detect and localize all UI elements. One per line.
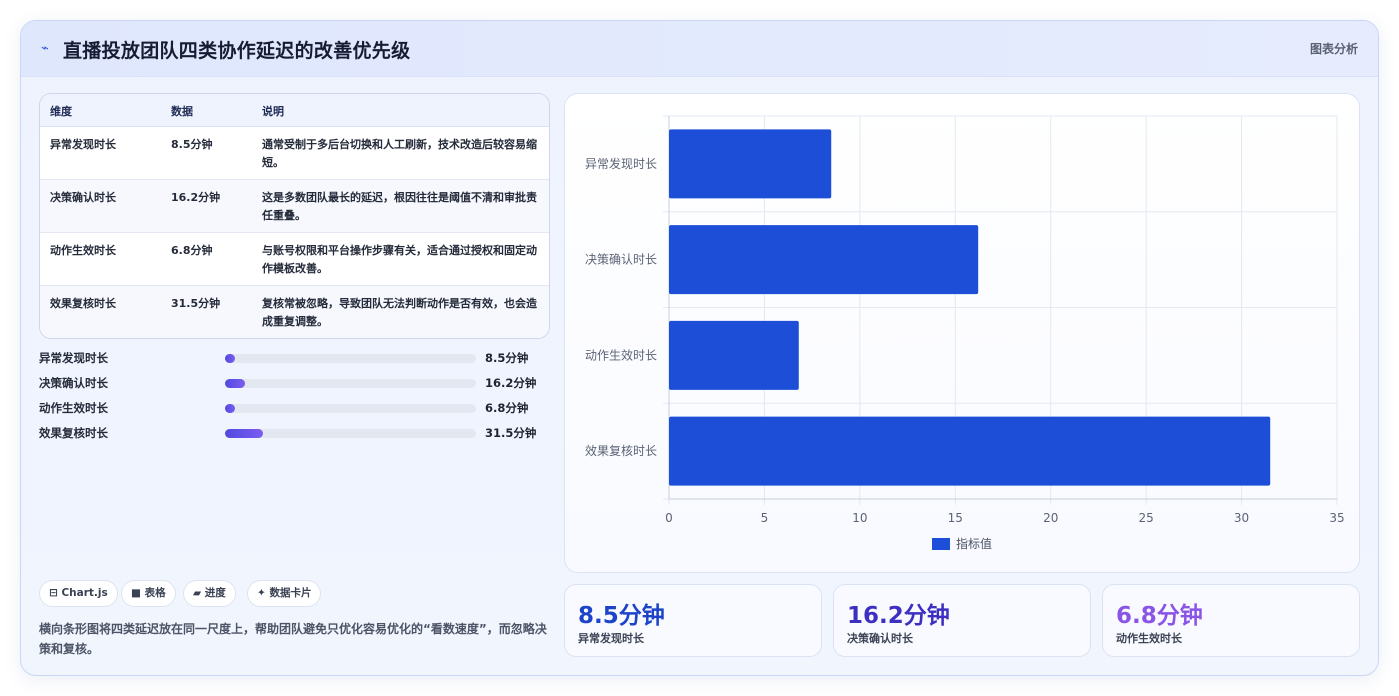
row-value: 6.8分钟 [171,244,213,257]
x-tick-label: 5 [761,511,769,525]
stat-value: 16.2分钟 [847,603,950,629]
x-tick-label: 20 [1043,511,1058,525]
table-row: 异常发现时长 8.5分钟 通常受制于多后台切换和人工刷新，技术改造后较容易缩短。 [40,127,549,180]
progress-value: 16.2分钟 [485,376,537,390]
bar-chart: 0 5 10 15 20 25 30 35 异常发现时长决策确认时长动作生效时长效果复核时长指标… [585,115,1345,551]
progress-label: 决策确认时长 [39,376,108,390]
progress-label: 动作生效时长 [39,401,108,415]
stat-label: 异常发现时长 [578,632,644,645]
tag-chartjs[interactable]: ⊟ Chart.js [39,580,118,607]
progress-value: 6.8分钟 [485,401,529,415]
progress-row: 效果复核时长 31.5分钟 [39,423,559,443]
bar [669,225,979,295]
progress-track [225,404,476,413]
progress-value: 31.5分钟 [485,426,537,440]
row-dimension: 决策确认时长 [50,191,116,204]
row-dimension: 异常发现时长 [50,138,116,151]
data-table: 维度 数据 说明 异常发现时长 8.5分钟 通常受制于多后台切换和人工刷新，技术… [39,93,550,339]
card-header: ⌁ 直播投放团队四类协作延迟的改善优先级 图表分析 [21,21,1378,77]
progress-fill [225,379,246,388]
progress-track [225,429,476,438]
stat-card: 8.5分钟 异常发现时长 [564,584,822,657]
row-description: 复核常被忽略，导致团队无法判断动作是否有效，也会造成重复调整。 [262,297,537,328]
category-label: 效果复核时长 [585,443,657,458]
category-label: 决策确认时长 [585,253,657,267]
stat-value: 6.8分钟 [1116,603,1203,629]
category-label: 动作生效时长 [585,347,657,362]
table-row: 动作生效时长 6.8分钟 与账号权限和平台操作步骤有关，适合通过授权和固定动作模… [40,233,549,286]
stat-label: 动作生效时长 [1116,632,1182,645]
progress-track [225,354,476,363]
col-header-dimension: 维度 [50,105,72,118]
progress-label: 效果复核时长 [39,426,108,440]
tag-progress[interactable]: ▰ 进度 [183,580,236,607]
col-header-description: 说明 [262,105,284,118]
bar [669,320,799,390]
page-title: 直播投放团队四类协作延迟的改善优先级 [63,40,411,62]
bar [669,416,1271,486]
row-dimension: 动作生效时长 [50,244,116,257]
table-header: 维度 数据 说明 [40,94,549,127]
chart-line-icon: ⌁ [41,41,49,56]
progress-track [225,379,476,388]
chart-note: 横向条形图将四类延迟放在同一尺度上，帮助团队避免只优化容易优化的“看数速度”，而… [39,622,547,656]
legend-label: 指标值 [956,536,992,551]
bar [669,129,832,199]
row-description: 与账号权限和平台操作步骤有关，适合通过授权和固定动作模板改善。 [262,244,537,275]
header-tag: 图表分析 [1309,42,1358,56]
progress-row: 异常发现时长 8.5分钟 [39,348,559,368]
row-description: 通常受制于多后台切换和人工刷新，技术改造后较容易缩短。 [262,138,537,169]
chart-card: ⌁ 直播投放团队四类协作延迟的改善优先级 图表分析 维度 数据 说明 异常发现时… [20,20,1379,676]
category-label: 异常发现时长 [585,156,657,171]
x-tick-label: 0 [665,511,673,525]
col-header-data: 数据 [171,105,193,118]
x-tick-label: 30 [1234,511,1249,525]
bar-chart-panel: 0 5 10 15 20 25 30 35 异常发现时长 决策确认时长 动作生效时长 效果复核时长指标… [564,93,1360,573]
x-tick-label: 25 [1139,511,1154,525]
tag-data-card[interactable]: ✦ 数据卡片 [247,580,322,607]
progress-value: 8.5分钟 [485,351,529,365]
tag-table[interactable]: ■ 表格 [121,580,176,607]
stat-value: 8.5分钟 [578,603,665,629]
stat-card: 16.2分钟 决策确认时长 [833,584,1091,657]
progress-fill [225,354,236,363]
stat-label: 决策确认时长 [847,632,913,645]
progress-row: 动作生效时长 6.8分钟 [39,398,559,418]
progress-fill [225,404,236,413]
x-tick-label: 10 [852,511,867,525]
row-description: 这是多数团队最长的延迟，根因往往是阈值不清和审批责任重叠。 [262,191,537,222]
progress-fill [225,429,263,438]
x-tick-label: 15 [948,511,963,525]
row-value: 16.2分钟 [171,191,221,204]
progress-row: 决策确认时长 16.2分钟 [39,373,559,393]
legend-swatch [932,538,950,550]
row-value: 8.5分钟 [171,138,213,151]
x-tick-label: 35 [1329,511,1344,525]
progress-label: 异常发现时长 [39,351,108,365]
table-row: 决策确认时长 16.2分钟 这是多数团队最长的延迟，根因往往是阈值不清和审批责任… [40,180,549,233]
stat-card: 6.8分钟 动作生效时长 [1102,584,1360,657]
table-row: 效果复核时长 31.5分钟 复核常被忽略，导致团队无法判断动作是否有效，也会造成… [40,286,549,338]
row-dimension: 效果复核时长 [50,297,116,310]
row-value: 31.5分钟 [171,297,221,310]
